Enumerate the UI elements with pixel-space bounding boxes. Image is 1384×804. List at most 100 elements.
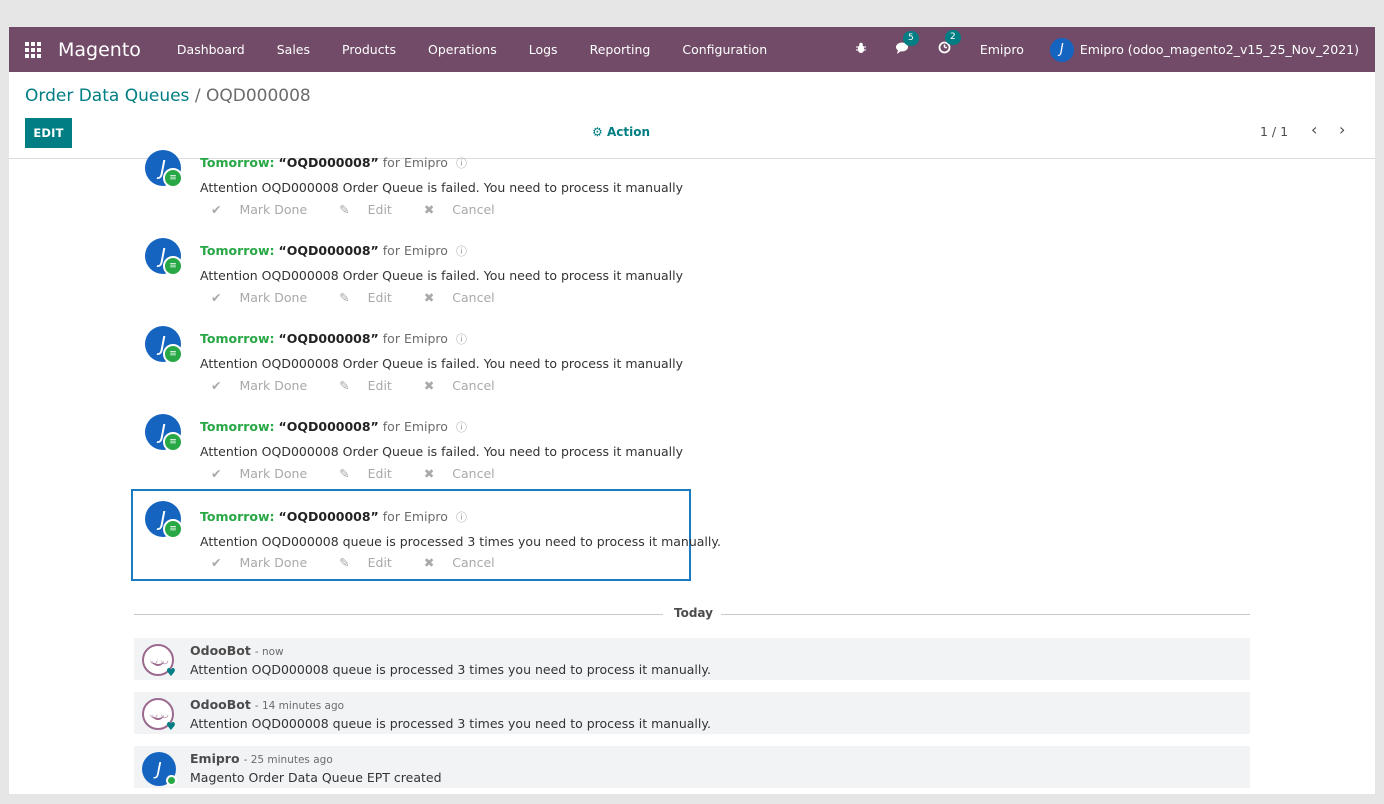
messages-chat-icon[interactable]: 5 xyxy=(895,30,919,58)
activity-summary: “OQD000008” xyxy=(278,243,379,258)
cancel-activity-button[interactable]: ✖ Cancel xyxy=(424,555,509,570)
separator-line-right xyxy=(721,614,1250,615)
activity-due: Tomorrow: xyxy=(200,155,275,170)
cancel-label: Cancel xyxy=(452,202,495,217)
activity-tools: ✔ Mark Done ✎ Edit ✖ Cancel xyxy=(211,202,523,217)
mark-done-button[interactable]: ✔ Mark Done xyxy=(211,555,321,570)
user-menu[interactable]: J Emipro (odoo_magento2_v15_25_Nov_2021) xyxy=(1049,37,1359,62)
activity-assignee: for Emipro xyxy=(382,155,448,170)
activity-avatar: J ≡ xyxy=(145,501,183,539)
company-switcher[interactable]: Emipro xyxy=(980,42,1024,57)
edit-activity-button[interactable]: ✎ Edit xyxy=(339,378,406,393)
activity-due: Tomorrow: xyxy=(200,331,275,346)
systray: 5 2 Emipro J Emipro (odoo_magento2_v15_2… xyxy=(840,27,1375,72)
heart-icon: ♥ xyxy=(166,666,176,679)
activity-tools: ✔ Mark Done ✎ Edit ✖ Cancel xyxy=(211,378,523,393)
mark-done-label: Mark Done xyxy=(239,466,308,481)
activity-due: Tomorrow: xyxy=(200,509,275,524)
message-body: Attention OQD000008 queue is processed 3… xyxy=(190,716,711,731)
activity-header: Tomorrow: “OQD000008” for Emipro ⓘ xyxy=(200,509,467,525)
edit-activity-button[interactable]: ✎ Edit xyxy=(339,202,406,217)
pencil-icon: ✎ xyxy=(339,202,350,217)
activity-avatar: J ≡ xyxy=(145,238,183,276)
activity-type-icon: ≡ xyxy=(163,256,183,276)
message-author: OdooBot - now xyxy=(190,643,284,658)
activity-item: J ≡ Tomorrow: “OQD000008” for Emipro ⓘ Atte… xyxy=(133,150,691,245)
author-name[interactable]: Emipro xyxy=(190,751,240,766)
check-icon: ✔ xyxy=(211,202,222,217)
odoobot-avatar[interactable]: ◡◡ ♥ xyxy=(142,698,176,733)
activity-assignee: for Emipro xyxy=(382,509,448,524)
apps-menu-icon[interactable] xyxy=(25,41,41,58)
date-separator-label: Today xyxy=(674,606,713,620)
chevron-left-icon[interactable]: ‹ xyxy=(1311,120,1317,139)
action-menu[interactable]: ⚙ Action xyxy=(592,125,650,139)
mark-done-button[interactable]: ✔ Mark Done xyxy=(211,378,321,393)
activity-type-icon: ≡ xyxy=(163,168,183,188)
check-icon: ✔ xyxy=(211,378,222,393)
activity-due: Tomorrow: xyxy=(200,243,275,258)
chatter-message: J Emipro - 25 minutes ago Magento Order D… xyxy=(134,746,1250,788)
author-name[interactable]: OdooBot xyxy=(190,643,251,658)
mark-done-button[interactable]: ✔ Mark Done xyxy=(211,202,321,217)
info-circle-icon[interactable]: ⓘ xyxy=(456,157,467,170)
mark-done-button[interactable]: ✔ Mark Done xyxy=(211,466,321,481)
activity-header: Tomorrow: “OQD000008” for Emipro ⓘ xyxy=(200,155,467,171)
activity-avatar: J ≡ xyxy=(145,150,183,188)
edit-activity-button[interactable]: ✎ Edit xyxy=(339,555,406,570)
edit-label: Edit xyxy=(367,202,392,217)
activity-item: J ≡ Tomorrow: “OQD000008” for Emipro ⓘ Atte… xyxy=(133,326,691,421)
date-separator: Today xyxy=(134,605,1250,625)
online-status-icon xyxy=(166,775,177,786)
cancel-activity-button[interactable]: ✖ Cancel xyxy=(424,202,509,217)
edit-label: Edit xyxy=(367,378,392,393)
mark-done-label: Mark Done xyxy=(239,290,308,305)
edit-activity-button[interactable]: ✎ Edit xyxy=(339,290,406,305)
cancel-activity-button[interactable]: ✖ Cancel xyxy=(424,378,509,393)
heart-icon: ♥ xyxy=(166,720,176,733)
pager-value[interactable]: 1 / 1 xyxy=(1260,124,1288,139)
activity-note: Attention OQD000008 Order Queue is faile… xyxy=(200,356,684,371)
menu-configuration[interactable]: Configuration xyxy=(666,42,783,57)
menu-operations[interactable]: Operations xyxy=(412,42,513,57)
times-icon: ✖ xyxy=(423,466,435,481)
chatter-message: ◡◡ ♥ OdooBot - 14 minutes ago Attention O… xyxy=(134,692,1250,734)
message-time: - 25 minutes ago xyxy=(243,754,333,766)
cancel-label: Cancel xyxy=(452,290,495,305)
info-circle-icon[interactable]: ⓘ xyxy=(456,333,467,346)
app-window: Magento Dashboard Sales Products Operati… xyxy=(9,27,1375,794)
user-name: Emipro (odoo_magento2_v15_25_Nov_2021) xyxy=(1079,42,1359,57)
author-name[interactable]: OdooBot xyxy=(190,697,251,712)
edit-button[interactable]: EDIT xyxy=(25,118,72,148)
breadcrumb-parent-link[interactable]: Order Data Queues xyxy=(25,86,189,106)
mark-done-label: Mark Done xyxy=(239,555,308,570)
menu-dashboard[interactable]: Dashboard xyxy=(161,42,261,57)
activity-avatar: J ≡ xyxy=(145,326,183,364)
info-circle-icon[interactable]: ⓘ xyxy=(456,421,467,434)
mark-done-button[interactable]: ✔ Mark Done xyxy=(211,290,321,305)
menu-reporting[interactable]: Reporting xyxy=(574,42,667,57)
odoobot-avatar[interactable]: ◡◡ ♥ xyxy=(142,644,176,679)
activity-note: Attention OQD000008 Order Queue is faile… xyxy=(200,180,684,195)
info-circle-icon[interactable]: ⓘ xyxy=(456,245,467,258)
info-circle-icon[interactable]: ⓘ xyxy=(456,511,467,524)
activity-header: Tomorrow: “OQD000008” for Emipro ⓘ xyxy=(200,419,467,435)
cancel-label: Cancel xyxy=(452,466,495,481)
menu-logs[interactable]: Logs xyxy=(513,42,574,57)
cancel-activity-button[interactable]: ✖ Cancel xyxy=(424,466,509,481)
menu-sales[interactable]: Sales xyxy=(261,42,326,57)
debug-bug-icon[interactable] xyxy=(854,42,868,58)
chevron-right-icon[interactable]: › xyxy=(1339,120,1345,139)
menu-products[interactable]: Products xyxy=(326,42,412,57)
mark-done-label: Mark Done xyxy=(239,202,308,217)
cancel-activity-button[interactable]: ✖ Cancel xyxy=(424,290,509,305)
activities-count-badge: 2 xyxy=(944,30,961,45)
emipro-avatar[interactable]: J xyxy=(142,752,177,786)
times-icon: ✖ xyxy=(423,555,435,570)
activity-summary: “OQD000008” xyxy=(278,509,379,524)
activities-clock-icon[interactable]: 2 xyxy=(938,30,961,58)
edit-activity-button[interactable]: ✎ Edit xyxy=(339,466,406,481)
app-brand[interactable]: Magento xyxy=(58,39,141,61)
pencil-icon: ✎ xyxy=(339,290,350,305)
activity-item-highlighted: J ≡ Tomorrow: “OQD000008” for Emipro ⓘ Atte… xyxy=(131,489,721,581)
